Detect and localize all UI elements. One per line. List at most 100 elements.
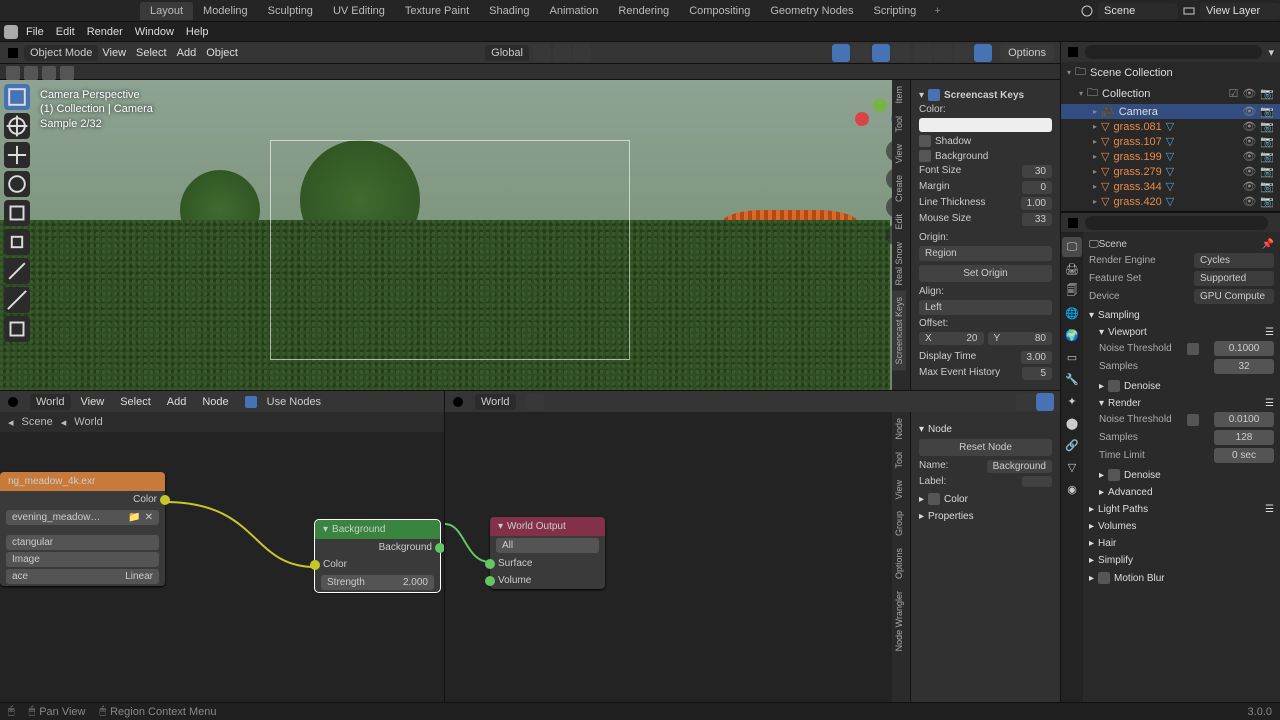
node-env-texture[interactable]: ng_meadow_4k.exr Color evening_meadow…📁✕…: [0, 472, 165, 586]
color-swatch[interactable]: [919, 118, 1052, 132]
unlink-icon[interactable]: ✕: [145, 512, 153, 523]
r-samples-field[interactable]: 128: [1214, 430, 1274, 445]
overlay-icon[interactable]: [1036, 393, 1054, 411]
setab-node[interactable]: Node: [892, 412, 906, 446]
ntab-view[interactable]: View: [892, 138, 906, 169]
reset-node-button[interactable]: Reset Node: [919, 439, 1052, 456]
vp-samples-field[interactable]: 32: [1214, 359, 1274, 374]
menu-render[interactable]: Render: [87, 26, 123, 38]
outliner-scene-collection[interactable]: ▾🗀Scene Collection: [1061, 62, 1280, 83]
colorspace-select[interactable]: aceLinear: [6, 569, 159, 584]
outliner-item[interactable]: ▸▽grass.081▽👁📷: [1061, 119, 1280, 134]
outliner-item[interactable]: ▸▽grass.279▽👁📷: [1061, 164, 1280, 179]
ntab-edit[interactable]: Edit: [892, 208, 906, 236]
node-world-output[interactable]: ▾World Output All Surface Volume: [490, 517, 605, 589]
editor-type-icon[interactable]: [6, 46, 20, 60]
feature-set-select[interactable]: Supported: [1194, 271, 1274, 286]
se-menu-add[interactable]: Add: [167, 396, 187, 408]
orientation-dropdown[interactable]: Global: [485, 45, 529, 61]
shader-type-dropdown[interactable]: World: [30, 394, 71, 410]
margin-field[interactable]: 0: [1022, 181, 1052, 194]
offset-y-field[interactable]: 80: [1035, 333, 1046, 344]
ntab-snow[interactable]: Real Snow: [892, 236, 906, 292]
tab-constraints-icon[interactable]: 🔗: [1062, 435, 1082, 455]
menu-file[interactable]: File: [26, 26, 44, 38]
tool-select-box[interactable]: [4, 84, 30, 110]
crumb-world[interactable]: World: [74, 416, 103, 428]
screencast-enable-checkbox[interactable]: [928, 89, 940, 101]
vp-menu-select[interactable]: Select: [136, 47, 167, 59]
ws-tab-sculpting[interactable]: Sculpting: [258, 2, 323, 20]
setab-wrangler[interactable]: Node Wrangler: [892, 585, 906, 657]
tab-material-icon[interactable]: ◉: [1062, 479, 1082, 499]
tool-scale[interactable]: [4, 200, 30, 226]
ntab-item[interactable]: Item: [892, 80, 906, 110]
tab-object-icon[interactable]: ▭: [1062, 347, 1082, 367]
tab-modifiers-icon[interactable]: 🔧: [1062, 369, 1082, 389]
snap-icon[interactable]: [1016, 393, 1034, 411]
vp-denoise-checkbox[interactable]: [1108, 380, 1120, 392]
node-label-field[interactable]: [1022, 476, 1052, 487]
ws-tab-layout[interactable]: Layout: [140, 2, 193, 20]
editor-type-icon[interactable]: [6, 395, 20, 409]
node-color-checkbox[interactable]: [928, 493, 940, 505]
strength-field[interactable]: Strength2.000: [321, 575, 434, 590]
browse-icon[interactable]: 📁: [128, 512, 140, 523]
set-origin-button[interactable]: Set Origin: [919, 265, 1052, 282]
options-popover[interactable]: Options: [1000, 45, 1054, 61]
se-menu-view[interactable]: View: [81, 396, 105, 408]
setab-options[interactable]: Options: [892, 542, 906, 585]
line-thickness-field[interactable]: 1.00: [1021, 197, 1052, 210]
menu-edit[interactable]: Edit: [56, 26, 75, 38]
se-menu-node[interactable]: Node: [202, 396, 228, 408]
ts-icon[interactable]: [42, 66, 56, 80]
editor-type-icon[interactable]: [451, 395, 465, 409]
target-select[interactable]: All: [496, 538, 599, 553]
tool-add-cube[interactable]: [4, 316, 30, 342]
outliner-type-icon[interactable]: [1067, 46, 1079, 58]
mode-dropdown[interactable]: Object Mode: [24, 45, 98, 61]
display-time-field[interactable]: 3.00: [1021, 351, 1052, 364]
node-name-field[interactable]: Background: [987, 460, 1052, 473]
ts-icon[interactable]: [24, 66, 38, 80]
projection-select[interactable]: ctangular: [6, 535, 159, 550]
node-canvas-left[interactable]: ng_meadow_4k.exr Color evening_meadow…📁✕…: [0, 432, 444, 702]
ws-tab-texpaint[interactable]: Texture Paint: [395, 2, 479, 20]
tab-world-icon[interactable]: 🌍: [1062, 325, 1082, 345]
time-limit-field[interactable]: 0 sec: [1214, 448, 1274, 463]
ntab-tool[interactable]: Tool: [892, 110, 906, 139]
node-canvas-right[interactable]: ▾World Output All Surface Volume: [445, 412, 892, 702]
shading-modes[interactable]: [914, 44, 992, 62]
app-logo-icon[interactable]: [4, 25, 18, 39]
snap-controls[interactable]: [533, 44, 591, 62]
vp-menu-view[interactable]: View: [102, 47, 126, 59]
setab-view[interactable]: View: [892, 474, 906, 505]
outliner-item-camera[interactable]: ▸🎥Camera👁📷: [1061, 104, 1280, 119]
ws-tab-comp[interactable]: Compositing: [679, 2, 760, 20]
ws-tab-shading[interactable]: Shading: [479, 2, 539, 20]
vp-menu-add[interactable]: Add: [177, 47, 197, 59]
ts-icon[interactable]: [60, 66, 74, 80]
tab-render-icon[interactable]: 🖵: [1062, 237, 1082, 257]
scene-name-field[interactable]: Scene: [1098, 3, 1178, 19]
menu-help[interactable]: Help: [186, 26, 209, 38]
shader-type-dropdown[interactable]: World: [475, 394, 516, 410]
overlay-toggles[interactable]: [832, 44, 910, 62]
outliner-item[interactable]: ▸▽grass.344▽👁📷: [1061, 179, 1280, 194]
source-select[interactable]: Image: [6, 552, 159, 567]
shadow-checkbox[interactable]: [919, 135, 931, 147]
r-noise-field[interactable]: 0.0100: [1214, 412, 1274, 427]
offset-x-field[interactable]: 20: [966, 333, 977, 344]
scene-datablock[interactable]: Scene: [1099, 239, 1127, 250]
vp-menu-object[interactable]: Object: [206, 47, 238, 59]
menu-window[interactable]: Window: [135, 26, 174, 38]
outliner-item[interactable]: ▸▽grass.420▽👁📷: [1061, 194, 1280, 209]
ws-tab-geo[interactable]: Geometry Nodes: [760, 2, 863, 20]
tab-viewlayer-icon[interactable]: 🗐: [1062, 281, 1082, 301]
setab-tool[interactable]: Tool: [892, 446, 906, 475]
use-nodes-checkbox[interactable]: [245, 396, 257, 408]
crumb-scene[interactable]: Scene: [22, 416, 53, 428]
font-size-field[interactable]: 30: [1022, 165, 1052, 178]
viewlayer-name-field[interactable]: View Layer: [1200, 3, 1280, 19]
vp-noise-field[interactable]: 0.1000: [1214, 341, 1274, 356]
